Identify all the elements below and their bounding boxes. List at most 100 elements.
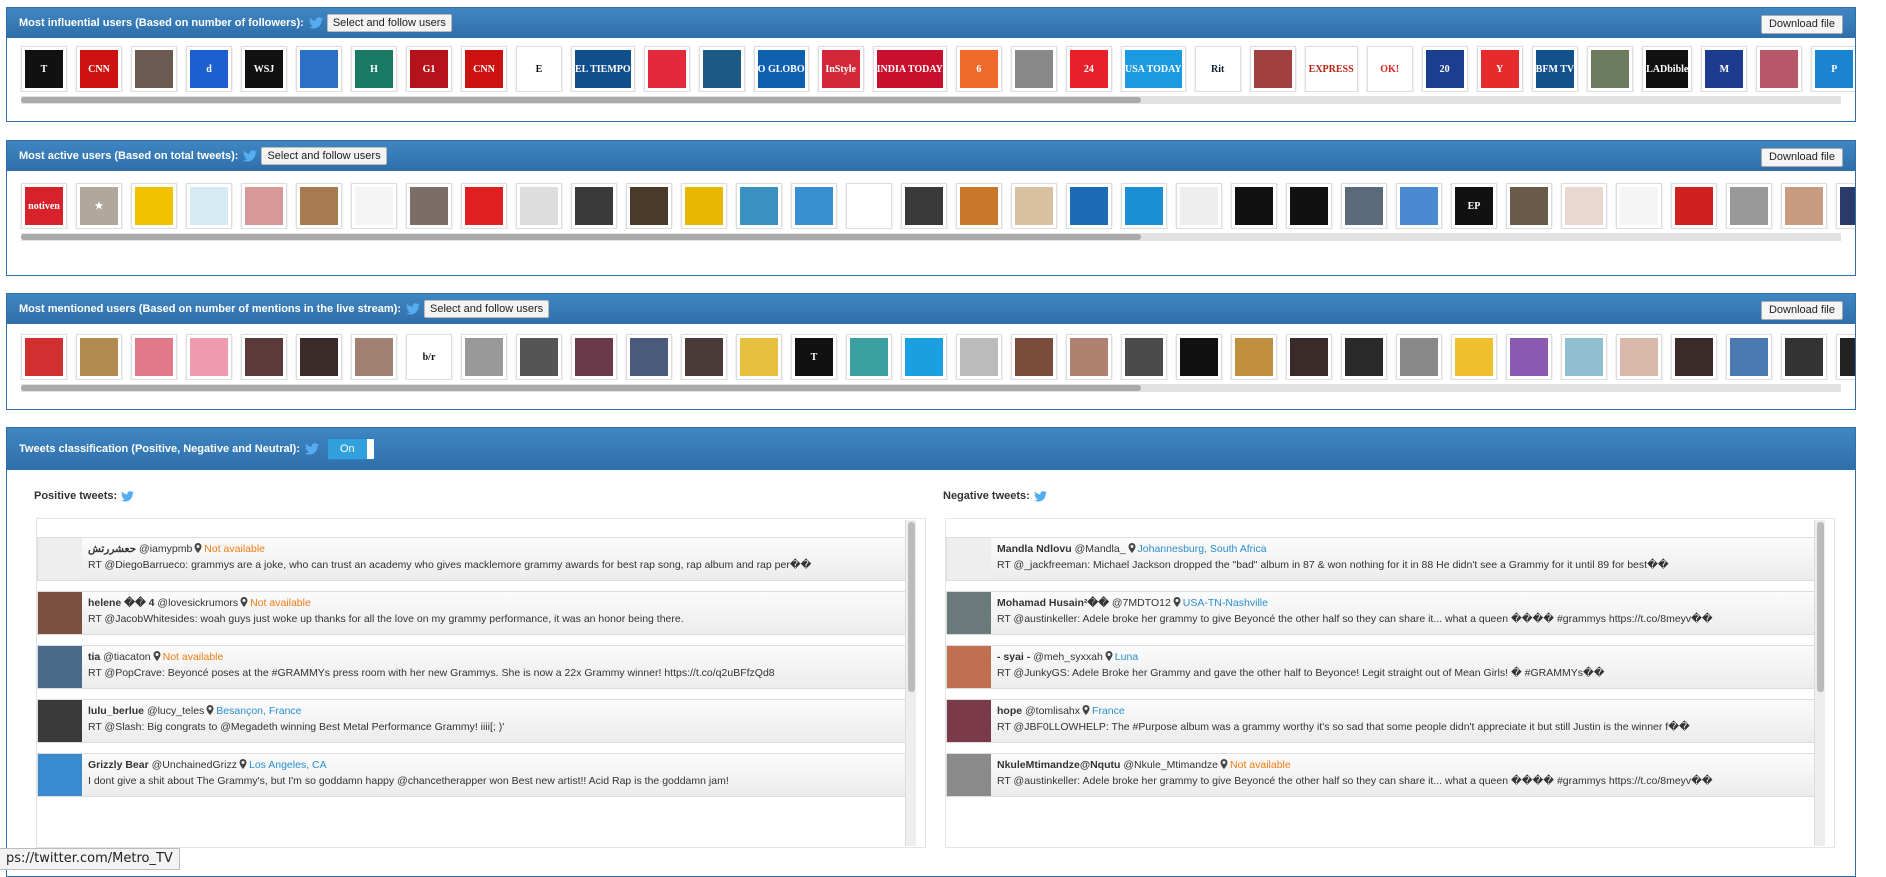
user-avatar[interactable]: E (516, 46, 562, 92)
user-avatar[interactable]: T (21, 46, 67, 92)
user-avatar[interactable] (1561, 183, 1607, 229)
tweet-user-handle[interactable]: @Mandla_ (1075, 543, 1126, 555)
user-avatar[interactable] (1616, 334, 1662, 380)
user-avatar[interactable] (351, 334, 397, 380)
user-avatar[interactable]: b/r (406, 334, 452, 380)
tweet-item[interactable]: - syai - @meh_syxxah Luna RT @JunkyGS: Ade… (946, 645, 1820, 689)
tweet-user-name[interactable]: Mohamad Husain²�� (997, 597, 1109, 609)
user-avatar[interactable]: EXPRESS (1304, 46, 1358, 92)
tweet-item[interactable]: حعشررتش @iamypmb Not available RT @DiegoBa… (37, 537, 911, 581)
tweet-user-name[interactable]: NkuleMtimandze@Nqutu (997, 759, 1120, 771)
tweet-user-name[interactable]: - syai - (997, 651, 1030, 663)
select-follow-button[interactable]: Select and follow users (326, 14, 452, 32)
user-avatar[interactable] (626, 334, 672, 380)
user-avatar[interactable]: G1 (406, 46, 452, 92)
user-avatar[interactable] (241, 183, 287, 229)
user-avatar[interactable] (1249, 46, 1296, 92)
user-avatar[interactable] (1121, 183, 1167, 229)
user-avatar[interactable] (1231, 334, 1277, 380)
tweet-user-handle[interactable]: @iamypmb (139, 543, 192, 555)
user-avatar[interactable] (947, 646, 991, 688)
user-avatar[interactable] (461, 183, 507, 229)
tweet-item[interactable]: tia @tiacaton Not available RT @PopCrave: … (37, 645, 911, 689)
user-avatar[interactable] (241, 334, 287, 380)
user-avatar[interactable] (846, 183, 892, 229)
tweet-item[interactable]: Grizzly Bear @UnchainedGrizz Los Angeles,… (37, 753, 911, 797)
tweet-user-handle[interactable]: @tiacaton (103, 651, 150, 663)
select-follow-button[interactable]: Select and follow users (261, 147, 387, 165)
user-avatar[interactable] (131, 46, 177, 92)
tweet-item[interactable]: lulu_berlue @lucy_teles Besançon, France R… (37, 699, 911, 743)
tweet-user-handle[interactable]: @UnchainedGrizz (152, 759, 237, 771)
user-avatar[interactable] (1286, 334, 1332, 380)
user-avatar[interactable]: 20 (1421, 46, 1468, 92)
user-avatar[interactable] (1011, 183, 1057, 229)
user-avatar[interactable]: M (1701, 46, 1748, 92)
user-avatar[interactable] (1726, 183, 1772, 229)
tweet-user-name[interactable]: helene �� 4 (88, 597, 154, 609)
user-avatar[interactable] (571, 334, 617, 380)
user-avatar[interactable]: USA TODAY (1120, 46, 1186, 92)
user-avatar[interactable] (516, 334, 562, 380)
user-avatar[interactable] (296, 334, 342, 380)
user-avatar[interactable] (571, 183, 617, 229)
user-avatar[interactable] (1010, 46, 1057, 92)
download-file-button[interactable]: Download file (1760, 148, 1843, 167)
user-avatar[interactable]: O GLOBO (753, 46, 809, 92)
horizontal-scrollbar[interactable] (21, 233, 1841, 241)
user-avatar[interactable]: InStyle (817, 46, 864, 92)
user-avatar[interactable] (76, 334, 122, 380)
user-avatar[interactable] (736, 183, 782, 229)
user-avatar[interactable] (1506, 183, 1552, 229)
positive-vertical-scrollbar[interactable] (905, 520, 916, 846)
user-avatar[interactable] (1671, 334, 1717, 380)
user-avatar[interactable] (956, 334, 1002, 380)
user-avatar[interactable] (901, 183, 947, 229)
user-avatar[interactable]: CNN (461, 46, 507, 92)
download-file-button[interactable]: Download file (1760, 301, 1843, 320)
user-avatar[interactable] (516, 183, 562, 229)
user-avatar[interactable] (698, 46, 745, 92)
tweet-user-handle[interactable]: @7MDTO12 (1112, 597, 1171, 609)
user-avatar[interactable] (1286, 183, 1332, 229)
user-avatar[interactable] (1506, 334, 1552, 380)
user-avatar[interactable]: 24 (1065, 46, 1112, 92)
horizontal-scrollbar[interactable] (21, 96, 1841, 104)
tweet-item[interactable]: Mohamad Husain²�� @7MDTO12 USA-TN-Nashvil… (946, 591, 1820, 635)
user-avatar[interactable] (38, 538, 82, 580)
user-avatar[interactable] (131, 183, 177, 229)
user-avatar[interactable]: EP (1451, 183, 1497, 229)
user-avatar[interactable] (406, 183, 452, 229)
tweet-user-name[interactable]: Mandla Ndlovu (997, 543, 1072, 555)
select-follow-button[interactable]: Select and follow users (424, 300, 550, 318)
positive-tweets-list[interactable]: حعشررتش @iamypmb Not available RT @DiegoBa… (36, 518, 926, 848)
user-avatar[interactable] (461, 334, 507, 380)
user-avatar[interactable] (1341, 334, 1387, 380)
negative-vertical-scrollbar[interactable] (1814, 520, 1825, 846)
tweet-item[interactable]: NkuleMtimandze@Nqutu @Nkule_Mtimandze Not… (946, 753, 1820, 797)
tweet-item[interactable]: helene �� 4 @lovesickrumors Not available… (37, 591, 911, 635)
user-avatar[interactable] (1396, 183, 1442, 229)
user-avatar[interactable] (626, 183, 672, 229)
user-avatar[interactable] (681, 183, 727, 229)
user-avatar[interactable] (1836, 334, 1855, 380)
user-avatar[interactable] (736, 334, 782, 380)
user-avatar[interactable]: WSJ (241, 46, 287, 92)
user-avatar[interactable]: CNN (76, 46, 122, 92)
user-avatar[interactable] (846, 334, 892, 380)
download-file-button[interactable]: Download file (1760, 15, 1843, 34)
user-avatar[interactable]: H (351, 46, 397, 92)
user-avatar[interactable] (1011, 334, 1057, 380)
user-avatar[interactable] (643, 46, 690, 92)
tweet-item[interactable]: Mandla Ndlovu @Mandla_ Johannesburg, Sout… (946, 537, 1820, 581)
user-avatar[interactable]: LADbible (1642, 46, 1693, 92)
tweet-user-name[interactable]: حعشررتش (88, 543, 136, 555)
user-avatar[interactable] (351, 183, 397, 229)
user-avatar[interactable] (1561, 334, 1607, 380)
user-avatar[interactable]: 6 (955, 46, 1002, 92)
user-avatar[interactable]: P (1811, 46, 1855, 92)
user-avatar[interactable] (1836, 183, 1855, 229)
user-avatar[interactable] (21, 334, 67, 380)
user-avatar[interactable]: EL TIEMPO (571, 46, 635, 92)
user-avatar[interactable] (1231, 183, 1277, 229)
